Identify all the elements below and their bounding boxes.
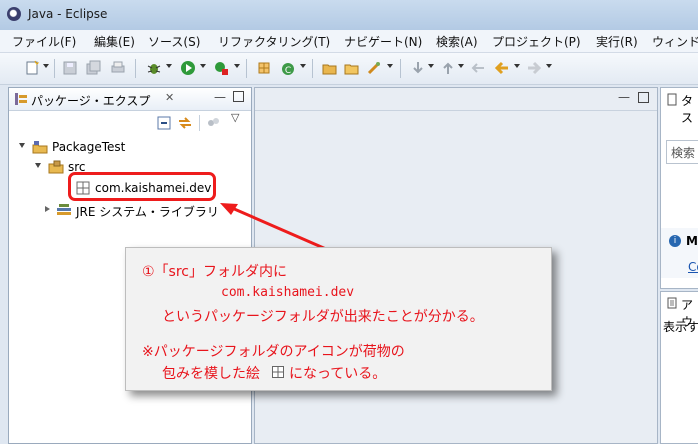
callout-line-5b: になっている。 xyxy=(289,366,387,382)
callout-line-3: というパッケージフォルダが出来たことが分かる。 xyxy=(162,309,484,325)
callout-line-5a: 包みを模した絵 xyxy=(162,366,260,382)
callout-package-name: com.kaishamei.dev xyxy=(221,285,355,300)
callout-line-1: ①「src」フォルダ内に xyxy=(142,264,287,280)
callout-line-4: ※パッケージフォルダのアイコンが荷物の xyxy=(142,344,405,360)
package-icon xyxy=(272,366,284,378)
annotation-callout: ①「src」フォルダ内に com.kaishamei.dev というパッケージフ… xyxy=(125,247,552,391)
